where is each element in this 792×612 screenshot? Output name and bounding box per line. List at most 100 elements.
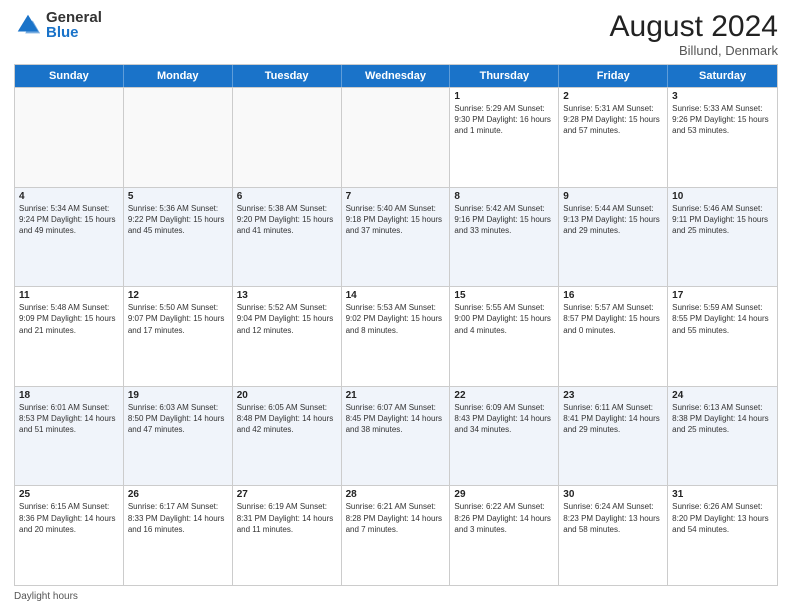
calendar-cell-10: 10Sunrise: 5:46 AM Sunset: 9:11 PM Dayli… bbox=[668, 188, 777, 287]
location-subtitle: Billund, Denmark bbox=[610, 43, 778, 58]
calendar-cell-8: 8Sunrise: 5:42 AM Sunset: 9:16 PM Daylig… bbox=[450, 188, 559, 287]
calendar-cell-12: 12Sunrise: 5:50 AM Sunset: 9:07 PM Dayli… bbox=[124, 287, 233, 386]
footer: Daylight hours bbox=[14, 591, 778, 602]
calendar-cell-empty-0-1 bbox=[124, 88, 233, 187]
cell-info-text: Sunrise: 6:07 AM Sunset: 8:45 PM Dayligh… bbox=[346, 402, 446, 436]
header-day-monday: Monday bbox=[124, 65, 233, 87]
calendar-cell-26: 26Sunrise: 6:17 AM Sunset: 8:33 PM Dayli… bbox=[124, 486, 233, 585]
cell-info-text: Sunrise: 5:52 AM Sunset: 9:04 PM Dayligh… bbox=[237, 302, 337, 336]
calendar-row-2: 11Sunrise: 5:48 AM Sunset: 9:09 PM Dayli… bbox=[15, 286, 777, 386]
cell-info-text: Sunrise: 6:03 AM Sunset: 8:50 PM Dayligh… bbox=[128, 402, 228, 436]
cell-info-text: Sunrise: 6:19 AM Sunset: 8:31 PM Dayligh… bbox=[237, 501, 337, 535]
calendar-cell-empty-0-3 bbox=[342, 88, 451, 187]
day-number: 24 bbox=[672, 390, 773, 401]
cell-info-text: Sunrise: 6:22 AM Sunset: 8:26 PM Dayligh… bbox=[454, 501, 554, 535]
cell-info-text: Sunrise: 6:21 AM Sunset: 8:28 PM Dayligh… bbox=[346, 501, 446, 535]
calendar-cell-7: 7Sunrise: 5:40 AM Sunset: 9:18 PM Daylig… bbox=[342, 188, 451, 287]
day-number: 8 bbox=[454, 191, 554, 202]
day-number: 22 bbox=[454, 390, 554, 401]
calendar-row-0: 1Sunrise: 5:29 AM Sunset: 9:30 PM Daylig… bbox=[15, 87, 777, 187]
day-number: 17 bbox=[672, 290, 773, 301]
calendar-cell-18: 18Sunrise: 6:01 AM Sunset: 8:53 PM Dayli… bbox=[15, 387, 124, 486]
calendar-cell-17: 17Sunrise: 5:59 AM Sunset: 8:55 PM Dayli… bbox=[668, 287, 777, 386]
day-number: 14 bbox=[346, 290, 446, 301]
day-number: 4 bbox=[19, 191, 119, 202]
cell-info-text: Sunrise: 6:11 AM Sunset: 8:41 PM Dayligh… bbox=[563, 402, 663, 436]
cell-info-text: Sunrise: 5:44 AM Sunset: 9:13 PM Dayligh… bbox=[563, 203, 663, 237]
calendar-cell-19: 19Sunrise: 6:03 AM Sunset: 8:50 PM Dayli… bbox=[124, 387, 233, 486]
logo-icon bbox=[14, 11, 42, 39]
calendar-cell-11: 11Sunrise: 5:48 AM Sunset: 9:09 PM Dayli… bbox=[15, 287, 124, 386]
calendar-cell-5: 5Sunrise: 5:36 AM Sunset: 9:22 PM Daylig… bbox=[124, 188, 233, 287]
day-number: 12 bbox=[128, 290, 228, 301]
month-year-title: August 2024 bbox=[610, 10, 778, 43]
day-number: 7 bbox=[346, 191, 446, 202]
day-number: 5 bbox=[128, 191, 228, 202]
cell-info-text: Sunrise: 6:24 AM Sunset: 8:23 PM Dayligh… bbox=[563, 501, 663, 535]
cell-info-text: Sunrise: 5:29 AM Sunset: 9:30 PM Dayligh… bbox=[454, 103, 554, 137]
day-number: 21 bbox=[346, 390, 446, 401]
day-number: 13 bbox=[237, 290, 337, 301]
header: General Blue August 2024 Billund, Denmar… bbox=[14, 10, 778, 58]
day-number: 6 bbox=[237, 191, 337, 202]
calendar-cell-28: 28Sunrise: 6:21 AM Sunset: 8:28 PM Dayli… bbox=[342, 486, 451, 585]
day-number: 15 bbox=[454, 290, 554, 301]
logo-general-text: General bbox=[46, 10, 102, 25]
day-number: 19 bbox=[128, 390, 228, 401]
calendar-cell-24: 24Sunrise: 6:13 AM Sunset: 8:38 PM Dayli… bbox=[668, 387, 777, 486]
calendar-cell-22: 22Sunrise: 6:09 AM Sunset: 8:43 PM Dayli… bbox=[450, 387, 559, 486]
header-day-tuesday: Tuesday bbox=[233, 65, 342, 87]
footer-text: Daylight hours bbox=[14, 591, 78, 602]
day-number: 29 bbox=[454, 489, 554, 500]
cell-info-text: Sunrise: 5:48 AM Sunset: 9:09 PM Dayligh… bbox=[19, 302, 119, 336]
cell-info-text: Sunrise: 5:50 AM Sunset: 9:07 PM Dayligh… bbox=[128, 302, 228, 336]
day-number: 31 bbox=[672, 489, 773, 500]
header-day-friday: Friday bbox=[559, 65, 668, 87]
logo: General Blue bbox=[14, 10, 102, 40]
day-number: 26 bbox=[128, 489, 228, 500]
day-number: 10 bbox=[672, 191, 773, 202]
day-number: 2 bbox=[563, 91, 663, 102]
calendar-cell-empty-0-0 bbox=[15, 88, 124, 187]
cell-info-text: Sunrise: 5:40 AM Sunset: 9:18 PM Dayligh… bbox=[346, 203, 446, 237]
cell-info-text: Sunrise: 6:09 AM Sunset: 8:43 PM Dayligh… bbox=[454, 402, 554, 436]
calendar-cell-27: 27Sunrise: 6:19 AM Sunset: 8:31 PM Dayli… bbox=[233, 486, 342, 585]
header-day-saturday: Saturday bbox=[668, 65, 777, 87]
cell-info-text: Sunrise: 5:38 AM Sunset: 9:20 PM Dayligh… bbox=[237, 203, 337, 237]
calendar: SundayMondayTuesdayWednesdayThursdayFrid… bbox=[14, 64, 778, 586]
cell-info-text: Sunrise: 6:13 AM Sunset: 8:38 PM Dayligh… bbox=[672, 402, 773, 436]
calendar-cell-6: 6Sunrise: 5:38 AM Sunset: 9:20 PM Daylig… bbox=[233, 188, 342, 287]
page: General Blue August 2024 Billund, Denmar… bbox=[0, 0, 792, 612]
calendar-row-4: 25Sunrise: 6:15 AM Sunset: 8:36 PM Dayli… bbox=[15, 485, 777, 585]
cell-info-text: Sunrise: 5:53 AM Sunset: 9:02 PM Dayligh… bbox=[346, 302, 446, 336]
cell-info-text: Sunrise: 5:33 AM Sunset: 9:26 PM Dayligh… bbox=[672, 103, 773, 137]
day-number: 30 bbox=[563, 489, 663, 500]
calendar-cell-23: 23Sunrise: 6:11 AM Sunset: 8:41 PM Dayli… bbox=[559, 387, 668, 486]
day-number: 9 bbox=[563, 191, 663, 202]
calendar-cell-30: 30Sunrise: 6:24 AM Sunset: 8:23 PM Dayli… bbox=[559, 486, 668, 585]
cell-info-text: Sunrise: 6:17 AM Sunset: 8:33 PM Dayligh… bbox=[128, 501, 228, 535]
cell-info-text: Sunrise: 5:46 AM Sunset: 9:11 PM Dayligh… bbox=[672, 203, 773, 237]
cell-info-text: Sunrise: 6:01 AM Sunset: 8:53 PM Dayligh… bbox=[19, 402, 119, 436]
day-number: 16 bbox=[563, 290, 663, 301]
calendar-body: 1Sunrise: 5:29 AM Sunset: 9:30 PM Daylig… bbox=[15, 87, 777, 585]
cell-info-text: Sunrise: 5:42 AM Sunset: 9:16 PM Dayligh… bbox=[454, 203, 554, 237]
calendar-cell-20: 20Sunrise: 6:05 AM Sunset: 8:48 PM Dayli… bbox=[233, 387, 342, 486]
calendar-row-3: 18Sunrise: 6:01 AM Sunset: 8:53 PM Dayli… bbox=[15, 386, 777, 486]
header-day-sunday: Sunday bbox=[15, 65, 124, 87]
cell-info-text: Sunrise: 6:15 AM Sunset: 8:36 PM Dayligh… bbox=[19, 501, 119, 535]
calendar-cell-29: 29Sunrise: 6:22 AM Sunset: 8:26 PM Dayli… bbox=[450, 486, 559, 585]
header-day-thursday: Thursday bbox=[450, 65, 559, 87]
cell-info-text: Sunrise: 5:59 AM Sunset: 8:55 PM Dayligh… bbox=[672, 302, 773, 336]
logo-text: General Blue bbox=[46, 10, 102, 40]
calendar-cell-9: 9Sunrise: 5:44 AM Sunset: 9:13 PM Daylig… bbox=[559, 188, 668, 287]
header-day-wednesday: Wednesday bbox=[342, 65, 451, 87]
cell-info-text: Sunrise: 5:55 AM Sunset: 9:00 PM Dayligh… bbox=[454, 302, 554, 336]
day-number: 20 bbox=[237, 390, 337, 401]
calendar-cell-21: 21Sunrise: 6:07 AM Sunset: 8:45 PM Dayli… bbox=[342, 387, 451, 486]
day-number: 1 bbox=[454, 91, 554, 102]
calendar-cell-3: 3Sunrise: 5:33 AM Sunset: 9:26 PM Daylig… bbox=[668, 88, 777, 187]
calendar-cell-31: 31Sunrise: 6:26 AM Sunset: 8:20 PM Dayli… bbox=[668, 486, 777, 585]
calendar-cell-16: 16Sunrise: 5:57 AM Sunset: 8:57 PM Dayli… bbox=[559, 287, 668, 386]
day-number: 25 bbox=[19, 489, 119, 500]
